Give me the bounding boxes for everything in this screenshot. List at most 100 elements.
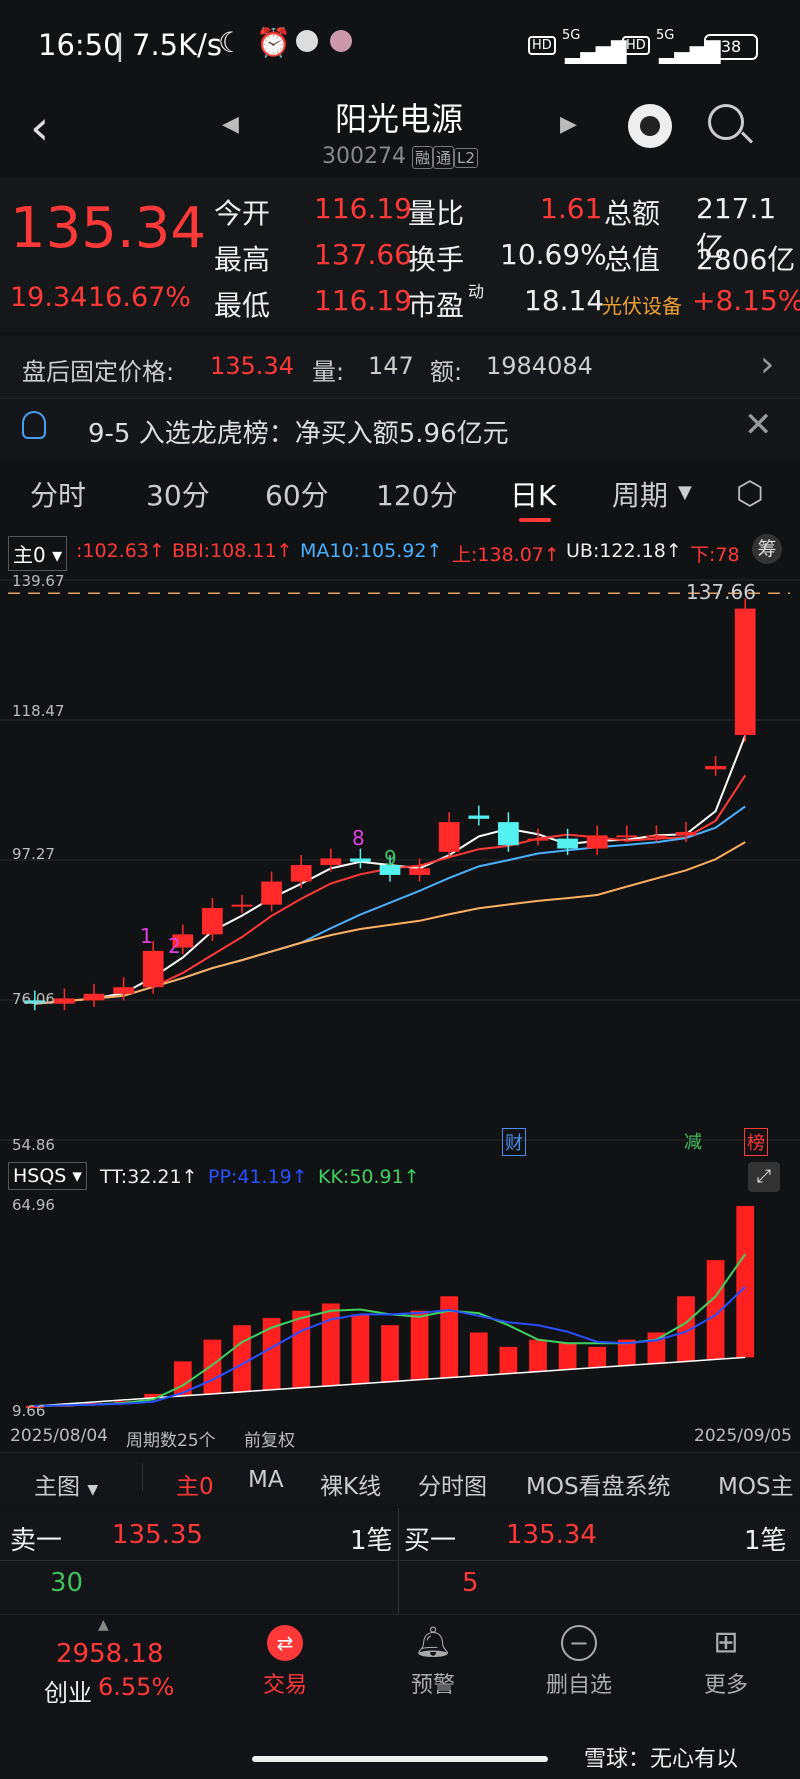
finance-marker[interactable]: 财 bbox=[502, 1128, 526, 1156]
mascot-icon[interactable] bbox=[628, 104, 672, 148]
hsqs-bar bbox=[262, 1317, 281, 1390]
ma-line bbox=[34, 774, 747, 1005]
battery-icon: 38 bbox=[704, 34, 758, 60]
tab-timeshare[interactable]: 分时图 bbox=[418, 1467, 487, 1501]
news-text: 9-5 入选龙虎榜：净买入额5.96亿元 bbox=[88, 419, 509, 449]
buy1-price: 135.34 bbox=[506, 1520, 597, 1550]
index-pct: 6.55% bbox=[98, 1673, 175, 1701]
candle-body bbox=[586, 835, 608, 849]
after-hours-amt-label: 额: bbox=[430, 358, 463, 386]
close-icon[interactable]: ✕ bbox=[744, 405, 773, 445]
tab-main0[interactable]: 主0 bbox=[176, 1467, 214, 1501]
next-stock-icon[interactable]: ▶ bbox=[560, 112, 577, 137]
after-hours-price: 135.34 bbox=[210, 352, 294, 380]
nav-alert-label: 预警 bbox=[410, 1673, 455, 1698]
tab-30min[interactable]: 30分 bbox=[146, 474, 210, 514]
bell-icon: 🔔︎ bbox=[413, 1625, 453, 1660]
search-icon[interactable] bbox=[708, 104, 744, 140]
turnover-value: 10.69% bbox=[500, 238, 607, 271]
price-change-pct: 16.67% bbox=[88, 282, 191, 313]
tab-mos-main[interactable]: MOS主 bbox=[718, 1467, 794, 1501]
ma-line bbox=[34, 805, 746, 1005]
after-hours-row[interactable]: 盘后固定价格: 135.34 量: 147 额: 1984084 › bbox=[0, 336, 800, 398]
tab-bare-k[interactable]: 裸K线 bbox=[320, 1467, 381, 1501]
remove-icon: − bbox=[561, 1625, 597, 1661]
volume-ratio-value: 1.61 bbox=[540, 192, 603, 225]
page-title: 阳光电源 bbox=[335, 100, 464, 138]
candlestick-chart[interactable] bbox=[0, 570, 800, 1160]
hsqs-bar bbox=[469, 1332, 488, 1376]
tab-ma[interactable]: MA bbox=[248, 1467, 284, 1493]
period-count: 周期数25个 bbox=[126, 1431, 216, 1451]
after-hours-amt: 1984084 bbox=[486, 352, 593, 380]
expand-icon[interactable]: ⤢ bbox=[748, 1162, 780, 1192]
tab-intraday[interactable]: 分时 bbox=[30, 474, 86, 514]
indicator-bar: 主0 ▾ :102.63↑ BBI:108.11↑ MA10:105.92↑ 上… bbox=[0, 534, 800, 571]
signal-num-2: 2 bbox=[168, 934, 181, 958]
chip-button[interactable]: 筹 bbox=[752, 534, 782, 564]
sell1-label: 卖一 bbox=[10, 1526, 63, 1556]
nav-remove-watchlist[interactable]: − 删自选 bbox=[509, 1625, 649, 1699]
signal-num-9: 9 bbox=[384, 846, 397, 870]
hd-icon-2: HD bbox=[622, 36, 650, 55]
candle-body bbox=[616, 835, 638, 838]
hsqs-bar bbox=[233, 1325, 251, 1392]
volume-ratio-label: 量比 bbox=[408, 197, 465, 230]
low-value: 116.19 bbox=[314, 284, 412, 317]
candle-body bbox=[231, 904, 253, 907]
market-cap-label: 总值 bbox=[604, 243, 661, 276]
tab-60min[interactable]: 60分 bbox=[265, 474, 329, 514]
sub-indicator-name: HSQS bbox=[13, 1165, 67, 1187]
settings-icon[interactable]: ⬡ bbox=[736, 474, 764, 512]
candle-body bbox=[54, 998, 75, 1004]
nav-more[interactable]: ⊞ 更多 bbox=[656, 1625, 796, 1699]
candle-body bbox=[350, 858, 371, 862]
tab-period[interactable]: 周期 bbox=[612, 474, 668, 514]
status-speed: 7.5K/s bbox=[132, 28, 223, 62]
index-value[interactable]: 2958.18 bbox=[56, 1639, 164, 1669]
main-indicator-select[interactable]: 主0 ▾ bbox=[8, 536, 68, 571]
indicator-value-1: :102.63↑ bbox=[76, 540, 165, 562]
candle-body bbox=[468, 815, 490, 819]
active-tab-indicator bbox=[519, 518, 551, 522]
sector-name[interactable]: 光伏设备 bbox=[602, 290, 682, 319]
candle-body bbox=[202, 907, 223, 935]
tab-main-chart-label: 主图 bbox=[34, 1474, 80, 1500]
tab-main-chart[interactable]: 主图 ▼ bbox=[34, 1467, 98, 1501]
indicator-ma10: MA10:105.92↑ bbox=[300, 540, 443, 562]
tab-daily[interactable]: 日K bbox=[510, 474, 556, 514]
trade-icon: ⇄ bbox=[267, 1625, 303, 1661]
high-value: 137.66 bbox=[314, 238, 412, 271]
sector-change: +8.15% bbox=[692, 284, 800, 317]
candle-body bbox=[557, 838, 578, 849]
tab-120min[interactable]: 120分 bbox=[376, 474, 457, 514]
indicator-down: 下:78 bbox=[690, 544, 740, 566]
hsqs-bar bbox=[499, 1346, 518, 1374]
index-name: 创业 bbox=[44, 1679, 92, 1707]
nav-alert[interactable]: 🔔︎ 预警 bbox=[363, 1625, 503, 1699]
tag-margin: 融 bbox=[412, 146, 434, 169]
y-tick-3: 97.27 bbox=[12, 845, 55, 863]
stock-header: ‹ ◀ 阳光电源 300274 融通 L2 ▶ bbox=[0, 88, 800, 178]
tag-l2: L2 bbox=[454, 148, 478, 168]
chevron-down-icon: ▼ bbox=[678, 482, 692, 503]
sub-indicator-select[interactable]: HSQS ▾ bbox=[8, 1162, 87, 1190]
nav-trade[interactable]: ⇄ 交易 bbox=[215, 1625, 355, 1699]
reduce-marker[interactable]: 减 bbox=[684, 1128, 702, 1154]
expand-up-icon[interactable]: ▲ bbox=[98, 1617, 109, 1633]
hsqs-chart[interactable] bbox=[0, 1194, 800, 1424]
hsqs-bar bbox=[588, 1346, 607, 1368]
moon-icon: ☾ bbox=[218, 26, 244, 59]
dragon-tiger-marker[interactable]: 榜 bbox=[744, 1128, 768, 1156]
grid-icon: ⊞ bbox=[713, 1625, 739, 1660]
stock-detail-screen: 16:50 | 7.5K/s ☾ ⏰ HD 5G ▂▄▆█ HD 5G ▂▄▆█… bbox=[0, 0, 800, 1779]
back-icon[interactable]: ‹ bbox=[30, 100, 49, 156]
prev-stock-icon[interactable]: ◀ bbox=[222, 112, 239, 137]
indicator-kk: KK:50.91↑ bbox=[318, 1166, 420, 1188]
tab-mos-system[interactable]: MOS看盘系统 bbox=[526, 1467, 671, 1501]
tag-connect: 通 bbox=[433, 146, 455, 169]
news-banner[interactable]: 9-5 入选龙虎榜：净买入额5.96亿元 ✕ bbox=[0, 398, 800, 457]
buy1-count: 1笔 bbox=[744, 1526, 787, 1556]
watermark: 雪球：无心有以 bbox=[584, 1747, 739, 1772]
home-indicator bbox=[252, 1756, 548, 1762]
